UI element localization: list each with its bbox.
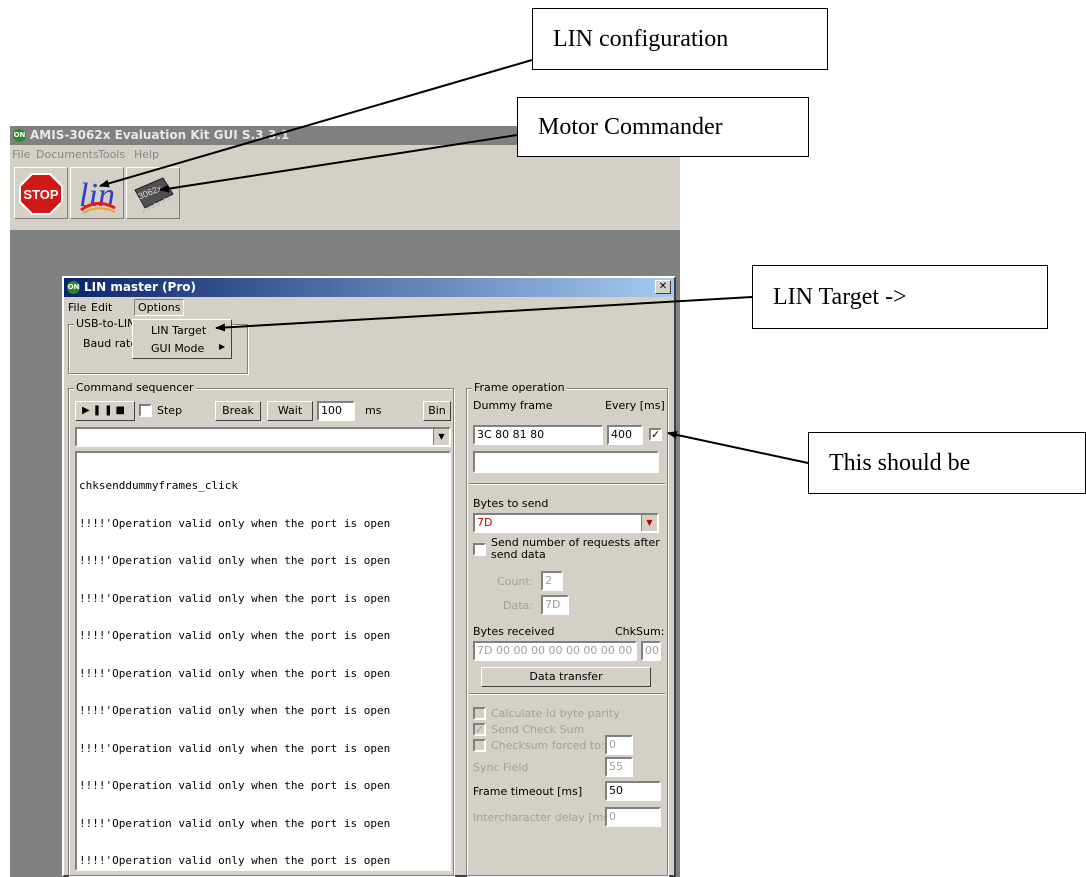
arrow-to-checkbox	[667, 430, 809, 464]
callout-arrows	[99, 59, 809, 464]
arrow-to-motor-button	[159, 134, 518, 193]
arrow-to-lin-target	[215, 296, 753, 332]
arrow-to-lin-button	[99, 59, 533, 188]
